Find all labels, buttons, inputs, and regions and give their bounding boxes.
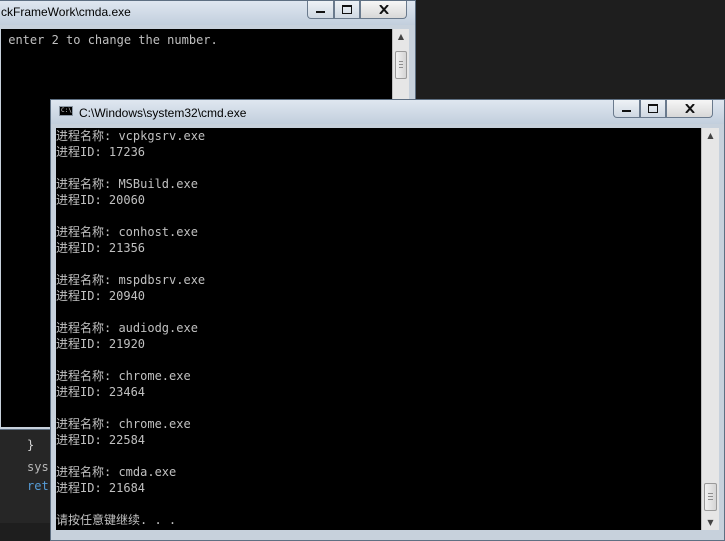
console-line: 进程名称: MSBuild.exe (56, 177, 198, 191)
back-window-title: ckFrameWork\cmda.exe (1, 5, 131, 19)
scroll-up-arrow-icon[interactable]: ▲ (394, 29, 408, 44)
console-line: 进程名称: chrome.exe (56, 369, 191, 383)
console-line: 进程ID: 20940 (56, 289, 146, 303)
scroll-up-arrow-icon[interactable]: ▲ (703, 128, 718, 143)
close-button[interactable] (666, 100, 713, 118)
close-icon (378, 5, 389, 14)
console-line: 进程名称: conhost.exe (56, 225, 198, 239)
maximize-icon (342, 5, 352, 14)
cmd-console-output: 进程名称: vcpkgsrv.exe 进程ID: 17236 进程名称: MSBui… (56, 128, 701, 530)
console-line: 进程名称: audiodg.exe (56, 321, 198, 335)
back-maximize-button[interactable] (334, 1, 360, 19)
back-window-titlebar[interactable]: ckFrameWork\cmda.exe (0, 1, 415, 25)
back-console-line: enter 2 to change the number. (1, 33, 218, 47)
editor-line-ret: ret (27, 479, 49, 493)
back-minimize-button[interactable] (307, 1, 334, 19)
console-line: 进程名称: mspdbsrv.exe (56, 273, 206, 287)
console-line: 进程ID: 22584 (56, 433, 146, 447)
cmd-window-titlebar[interactable]: C:\ C:\Windows\system32\cmd.exe (51, 100, 724, 124)
console-line: 进程ID: 21920 (56, 337, 146, 351)
maximize-icon (648, 104, 658, 113)
console-line: 进程ID: 20060 (56, 193, 146, 207)
console-line: 进程名称: cmda.exe (56, 465, 177, 479)
console-line: 进程名称: chrome.exe (56, 417, 191, 431)
back-scrollbar-thumb[interactable] (395, 51, 407, 79)
minimize-icon (622, 110, 631, 112)
console-line: 进程ID: 21356 (56, 241, 146, 255)
cmd-window[interactable]: C:\ C:\Windows\system32\cmd.exe 进程名称: vc… (50, 99, 725, 541)
scroll-down-arrow-icon[interactable]: ▼ (703, 515, 718, 530)
console-line: 进程名称: vcpkgsrv.exe (56, 129, 206, 143)
close-icon (684, 104, 695, 113)
editor-line-sys: sys (27, 460, 49, 474)
maximize-button[interactable] (640, 100, 666, 118)
console-line: 请按任意键继续. . . (56, 513, 177, 527)
console-line: 进程ID: 23464 (56, 385, 146, 399)
cmd-vertical-scrollbar[interactable]: ▲ ▼ (701, 128, 719, 530)
cmd-app-icon: C:\ (59, 106, 73, 116)
cmd-window-title: C:\Windows\system32\cmd.exe (79, 106, 247, 120)
console-line: 进程ID: 21684 (56, 481, 146, 495)
minimize-button[interactable] (613, 100, 640, 118)
editor-line-brace: } (27, 438, 35, 452)
cmd-scrollbar-thumb[interactable] (704, 483, 717, 511)
console-line: 进程ID: 17236 (56, 145, 146, 159)
console-lines: 进程名称: vcpkgsrv.exe 进程ID: 17236 进程名称: MSBui… (56, 128, 701, 528)
minimize-icon (316, 11, 325, 13)
back-close-button[interactable] (360, 1, 407, 19)
